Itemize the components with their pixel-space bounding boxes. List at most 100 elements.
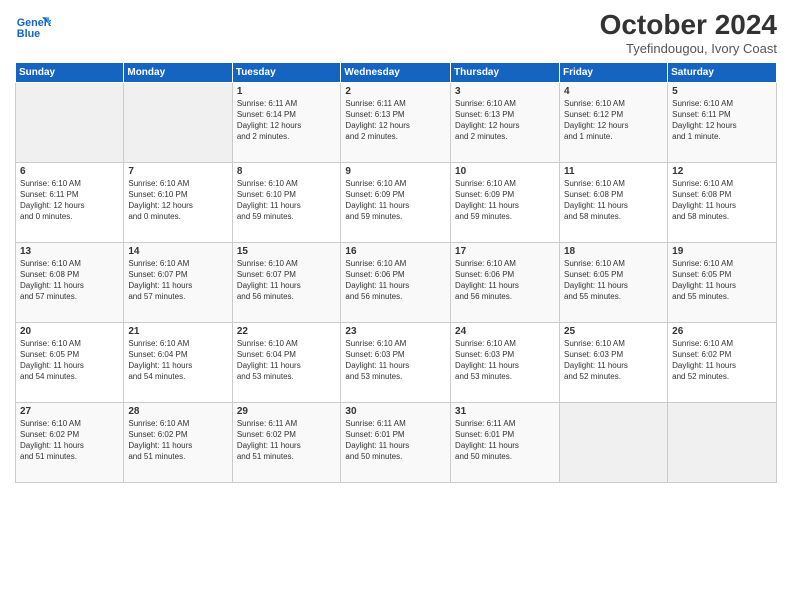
table-row: 8Sunrise: 6:10 AM Sunset: 6:10 PM Daylig…	[232, 162, 341, 242]
day-info: Sunrise: 6:10 AM Sunset: 6:02 PM Dayligh…	[20, 418, 119, 463]
day-info: Sunrise: 6:11 AM Sunset: 6:14 PM Dayligh…	[237, 98, 337, 143]
day-number: 12	[672, 166, 772, 177]
header-monday: Monday	[124, 62, 232, 82]
logo-icon: General Blue	[15, 10, 51, 46]
header: General Blue October 2024 Tyefindougou, …	[15, 10, 777, 56]
day-info: Sunrise: 6:10 AM Sunset: 6:08 PM Dayligh…	[564, 178, 663, 223]
day-number: 25	[564, 326, 663, 337]
header-tuesday: Tuesday	[232, 62, 341, 82]
day-info: Sunrise: 6:10 AM Sunset: 6:08 PM Dayligh…	[672, 178, 772, 223]
day-info: Sunrise: 6:10 AM Sunset: 6:12 PM Dayligh…	[564, 98, 663, 143]
calendar-week-row: 27Sunrise: 6:10 AM Sunset: 6:02 PM Dayli…	[16, 402, 777, 482]
calendar-week-row: 20Sunrise: 6:10 AM Sunset: 6:05 PM Dayli…	[16, 322, 777, 402]
day-number: 19	[672, 246, 772, 257]
table-row	[668, 402, 777, 482]
header-saturday: Saturday	[668, 62, 777, 82]
header-thursday: Thursday	[451, 62, 560, 82]
day-number: 10	[455, 166, 555, 177]
calendar-week-row: 1Sunrise: 6:11 AM Sunset: 6:14 PM Daylig…	[16, 82, 777, 162]
day-number: 3	[455, 86, 555, 97]
table-row: 3Sunrise: 6:10 AM Sunset: 6:13 PM Daylig…	[451, 82, 560, 162]
table-row: 19Sunrise: 6:10 AM Sunset: 6:05 PM Dayli…	[668, 242, 777, 322]
day-number: 24	[455, 326, 555, 337]
calendar: Sunday Monday Tuesday Wednesday Thursday…	[15, 62, 777, 483]
table-row: 18Sunrise: 6:10 AM Sunset: 6:05 PM Dayli…	[559, 242, 667, 322]
day-number: 8	[237, 166, 337, 177]
table-row: 5Sunrise: 6:10 AM Sunset: 6:11 PM Daylig…	[668, 82, 777, 162]
calendar-header-row: Sunday Monday Tuesday Wednesday Thursday…	[16, 62, 777, 82]
day-number: 9	[345, 166, 446, 177]
day-info: Sunrise: 6:11 AM Sunset: 6:01 PM Dayligh…	[455, 418, 555, 463]
table-row: 11Sunrise: 6:10 AM Sunset: 6:08 PM Dayli…	[559, 162, 667, 242]
day-info: Sunrise: 6:10 AM Sunset: 6:10 PM Dayligh…	[237, 178, 337, 223]
day-number: 28	[128, 406, 227, 417]
table-row: 31Sunrise: 6:11 AM Sunset: 6:01 PM Dayli…	[451, 402, 560, 482]
day-number: 20	[20, 326, 119, 337]
table-row: 10Sunrise: 6:10 AM Sunset: 6:09 PM Dayli…	[451, 162, 560, 242]
day-number: 7	[128, 166, 227, 177]
day-number: 17	[455, 246, 555, 257]
day-info: Sunrise: 6:10 AM Sunset: 6:10 PM Dayligh…	[128, 178, 227, 223]
page: General Blue October 2024 Tyefindougou, …	[0, 0, 792, 612]
table-row: 22Sunrise: 6:10 AM Sunset: 6:04 PM Dayli…	[232, 322, 341, 402]
day-info: Sunrise: 6:10 AM Sunset: 6:09 PM Dayligh…	[455, 178, 555, 223]
day-number: 13	[20, 246, 119, 257]
location-title: Tyefindougou, Ivory Coast	[600, 41, 777, 56]
day-info: Sunrise: 6:10 AM Sunset: 6:03 PM Dayligh…	[564, 338, 663, 383]
day-number: 31	[455, 406, 555, 417]
day-number: 26	[672, 326, 772, 337]
day-number: 21	[128, 326, 227, 337]
table-row: 27Sunrise: 6:10 AM Sunset: 6:02 PM Dayli…	[16, 402, 124, 482]
table-row: 12Sunrise: 6:10 AM Sunset: 6:08 PM Dayli…	[668, 162, 777, 242]
table-row: 17Sunrise: 6:10 AM Sunset: 6:06 PM Dayli…	[451, 242, 560, 322]
day-info: Sunrise: 6:10 AM Sunset: 6:04 PM Dayligh…	[128, 338, 227, 383]
day-info: Sunrise: 6:10 AM Sunset: 6:13 PM Dayligh…	[455, 98, 555, 143]
day-number: 11	[564, 166, 663, 177]
table-row: 26Sunrise: 6:10 AM Sunset: 6:02 PM Dayli…	[668, 322, 777, 402]
table-row: 28Sunrise: 6:10 AM Sunset: 6:02 PM Dayli…	[124, 402, 232, 482]
month-title: October 2024	[600, 10, 777, 41]
day-number: 6	[20, 166, 119, 177]
day-info: Sunrise: 6:10 AM Sunset: 6:05 PM Dayligh…	[564, 258, 663, 303]
table-row: 7Sunrise: 6:10 AM Sunset: 6:10 PM Daylig…	[124, 162, 232, 242]
day-info: Sunrise: 6:10 AM Sunset: 6:05 PM Dayligh…	[672, 258, 772, 303]
table-row	[124, 82, 232, 162]
table-row: 29Sunrise: 6:11 AM Sunset: 6:02 PM Dayli…	[232, 402, 341, 482]
day-info: Sunrise: 6:10 AM Sunset: 6:07 PM Dayligh…	[237, 258, 337, 303]
day-info: Sunrise: 6:10 AM Sunset: 6:09 PM Dayligh…	[345, 178, 446, 223]
day-number: 1	[237, 86, 337, 97]
table-row: 6Sunrise: 6:10 AM Sunset: 6:11 PM Daylig…	[16, 162, 124, 242]
svg-text:Blue: Blue	[17, 28, 40, 40]
day-number: 15	[237, 246, 337, 257]
table-row: 24Sunrise: 6:10 AM Sunset: 6:03 PM Dayli…	[451, 322, 560, 402]
day-info: Sunrise: 6:10 AM Sunset: 6:08 PM Dayligh…	[20, 258, 119, 303]
day-number: 4	[564, 86, 663, 97]
day-number: 2	[345, 86, 446, 97]
day-info: Sunrise: 6:10 AM Sunset: 6:06 PM Dayligh…	[455, 258, 555, 303]
table-row: 16Sunrise: 6:10 AM Sunset: 6:06 PM Dayli…	[341, 242, 451, 322]
day-info: Sunrise: 6:10 AM Sunset: 6:02 PM Dayligh…	[672, 338, 772, 383]
day-number: 5	[672, 86, 772, 97]
table-row: 21Sunrise: 6:10 AM Sunset: 6:04 PM Dayli…	[124, 322, 232, 402]
header-friday: Friday	[559, 62, 667, 82]
day-info: Sunrise: 6:10 AM Sunset: 6:05 PM Dayligh…	[20, 338, 119, 383]
day-info: Sunrise: 6:10 AM Sunset: 6:03 PM Dayligh…	[345, 338, 446, 383]
table-row: 9Sunrise: 6:10 AM Sunset: 6:09 PM Daylig…	[341, 162, 451, 242]
table-row: 2Sunrise: 6:11 AM Sunset: 6:13 PM Daylig…	[341, 82, 451, 162]
table-row: 14Sunrise: 6:10 AM Sunset: 6:07 PM Dayli…	[124, 242, 232, 322]
table-row: 1Sunrise: 6:11 AM Sunset: 6:14 PM Daylig…	[232, 82, 341, 162]
day-number: 29	[237, 406, 337, 417]
day-number: 16	[345, 246, 446, 257]
table-row: 13Sunrise: 6:10 AM Sunset: 6:08 PM Dayli…	[16, 242, 124, 322]
day-info: Sunrise: 6:10 AM Sunset: 6:06 PM Dayligh…	[345, 258, 446, 303]
day-number: 22	[237, 326, 337, 337]
day-info: Sunrise: 6:11 AM Sunset: 6:01 PM Dayligh…	[345, 418, 446, 463]
day-info: Sunrise: 6:11 AM Sunset: 6:02 PM Dayligh…	[237, 418, 337, 463]
header-sunday: Sunday	[16, 62, 124, 82]
table-row: 4Sunrise: 6:10 AM Sunset: 6:12 PM Daylig…	[559, 82, 667, 162]
day-info: Sunrise: 6:11 AM Sunset: 6:13 PM Dayligh…	[345, 98, 446, 143]
table-row	[16, 82, 124, 162]
table-row: 30Sunrise: 6:11 AM Sunset: 6:01 PM Dayli…	[341, 402, 451, 482]
day-info: Sunrise: 6:10 AM Sunset: 6:11 PM Dayligh…	[20, 178, 119, 223]
table-row: 20Sunrise: 6:10 AM Sunset: 6:05 PM Dayli…	[16, 322, 124, 402]
